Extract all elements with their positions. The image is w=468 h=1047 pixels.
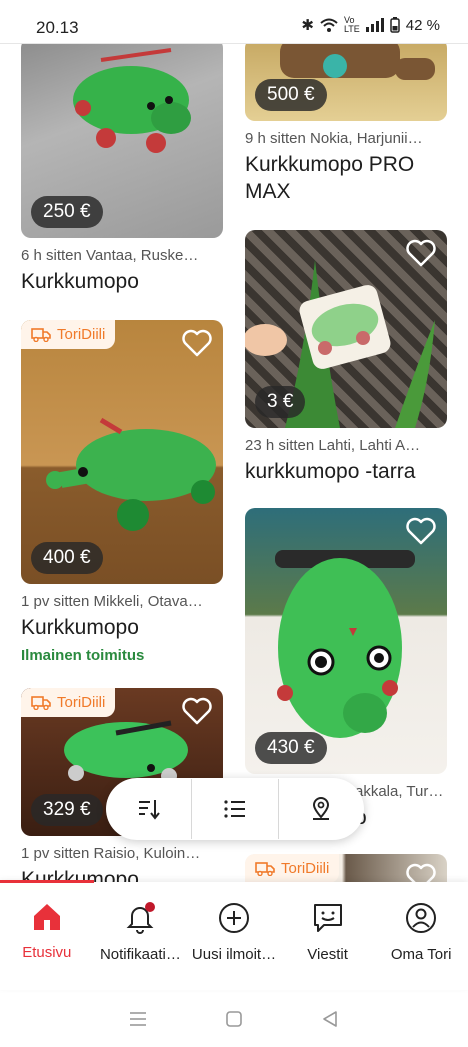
- volte-icon: Vo LTE: [343, 15, 360, 34]
- home-icon: [33, 904, 60, 930]
- bell-icon: [126, 902, 156, 934]
- list-view-icon: [224, 800, 245, 818]
- listing-meta: 1 pv sitten Raisio, Kuloin…: [21, 845, 201, 862]
- listing-image[interactable]: 430 €: [245, 508, 447, 774]
- listing-card[interactable]: ToriDiili 400 € 1 pv sitten Mikkeli, Ota…: [21, 320, 223, 664]
- nav-label: Uusi ilmoit…: [191, 946, 277, 963]
- listing-meta: 23 h sitten Lahti, Lahti A…: [245, 437, 421, 454]
- wifi-icon: [320, 18, 338, 32]
- sort-button[interactable]: [106, 778, 191, 840]
- price-tag: 430 €: [255, 732, 327, 764]
- list-view-button[interactable]: [192, 778, 277, 840]
- favorite-heart-icon[interactable]: [405, 516, 437, 546]
- nav-label: Notifikaati…: [99, 946, 181, 963]
- battery-level: 42 %: [405, 16, 440, 34]
- nav-item-profile[interactable]: Oma Tori: [374, 882, 468, 990]
- location-icon: [313, 797, 330, 820]
- listing-card[interactable]: 250 € 6 h sitten Vantaa, Ruske… Kurkkumo…: [21, 44, 223, 295]
- badge-label: ToriDiili: [57, 694, 106, 711]
- home-button-icon[interactable]: [225, 1010, 243, 1028]
- price-tag: 500 €: [255, 79, 327, 111]
- toridiili-badge: ToriDiili: [21, 688, 116, 717]
- badge-label: ToriDiili: [57, 326, 106, 343]
- toridiili-badge: ToriDiili: [21, 320, 116, 349]
- badge-label: ToriDiili: [281, 860, 330, 877]
- chat-icon: [313, 904, 342, 932]
- bottom-navigation: Etusivu Notifikaati… Uusi ilmoit… Viesti…: [0, 882, 468, 990]
- favorite-heart-icon[interactable]: [181, 328, 213, 358]
- price-tag: 400 €: [31, 542, 103, 574]
- bluetooth-icon: ✱: [301, 17, 314, 34]
- plus-circle-icon: [218, 903, 249, 933]
- nav-item-messages[interactable]: Viestit: [281, 882, 375, 990]
- nav-item-home[interactable]: Etusivu: [0, 882, 94, 990]
- delivery-truck-icon: [255, 861, 275, 876]
- listing-title[interactable]: Kurkkumopo PRO MAX: [245, 151, 447, 205]
- nav-item-new-listing[interactable]: Uusi ilmoit…: [187, 882, 281, 990]
- recent-apps-icon[interactable]: [129, 1011, 147, 1027]
- profile-icon: [406, 903, 437, 933]
- listing-card[interactable]: 500 € 9 h sitten Nokia, Harjunii… Kurkku…: [245, 44, 447, 205]
- price-tag: 3 €: [255, 386, 306, 418]
- nav-label: Viestit: [307, 946, 348, 963]
- listing-meta: 6 h sitten Vantaa, Ruske…: [21, 247, 199, 264]
- toridiili-badge: ToriDiili: [245, 854, 340, 882]
- floating-toolbar: [106, 778, 364, 840]
- listing-image[interactable]: ToriDiili 400 €: [21, 320, 223, 584]
- free-shipping-label: Ilmainen toimitus: [21, 647, 145, 664]
- system-navigation-bar: [0, 990, 468, 1047]
- listing-image[interactable]: ToriDiili: [245, 854, 447, 882]
- delivery-truck-icon: [31, 327, 51, 342]
- listing-image[interactable]: 250 €: [21, 44, 223, 238]
- delivery-truck-icon: [31, 695, 51, 710]
- signal-icon: [365, 18, 384, 32]
- listing-title[interactable]: kurkkumopo -tarra: [245, 458, 447, 485]
- favorite-heart-icon[interactable]: [405, 862, 437, 882]
- status-icons: ✱ Vo LTE 42 %: [301, 15, 440, 35]
- nav-label: Etusivu: [22, 944, 72, 961]
- price-tag: 329 €: [31, 794, 103, 826]
- nav-item-notifications[interactable]: Notifikaati…: [94, 882, 188, 990]
- listing-title[interactable]: Kurkkumopo: [21, 614, 223, 641]
- listing-card[interactable]: 3 € 23 h sitten Lahti, Lahti A… kurkkumo…: [245, 230, 447, 485]
- listing-meta: 1 pv sitten Mikkeli, Otava…: [21, 593, 203, 610]
- sort-icon: [138, 800, 160, 820]
- listing-card[interactable]: ToriDiili: [245, 854, 447, 882]
- favorite-heart-icon[interactable]: [405, 238, 437, 268]
- nav-label: Oma Tori: [390, 946, 452, 963]
- listing-feed[interactable]: 250 € 6 h sitten Vantaa, Ruske… Kurkkumo…: [0, 44, 468, 882]
- listing-image[interactable]: 3 €: [245, 230, 447, 428]
- listing-meta: 9 h sitten Nokia, Harjunii…: [245, 130, 423, 147]
- listing-title[interactable]: Kurkkumopo: [21, 268, 223, 295]
- status-bar: 20.13 ✱ Vo LTE 42 %: [0, 0, 468, 44]
- price-tag: 250 €: [31, 196, 103, 228]
- location-button[interactable]: [279, 778, 364, 840]
- favorite-heart-icon[interactable]: [181, 696, 213, 726]
- status-time: 20.13: [36, 18, 79, 37]
- back-icon[interactable]: [321, 1010, 339, 1028]
- listing-image[interactable]: 500 €: [245, 44, 447, 121]
- battery-icon: [390, 17, 400, 33]
- active-tab-indicator: [0, 880, 94, 883]
